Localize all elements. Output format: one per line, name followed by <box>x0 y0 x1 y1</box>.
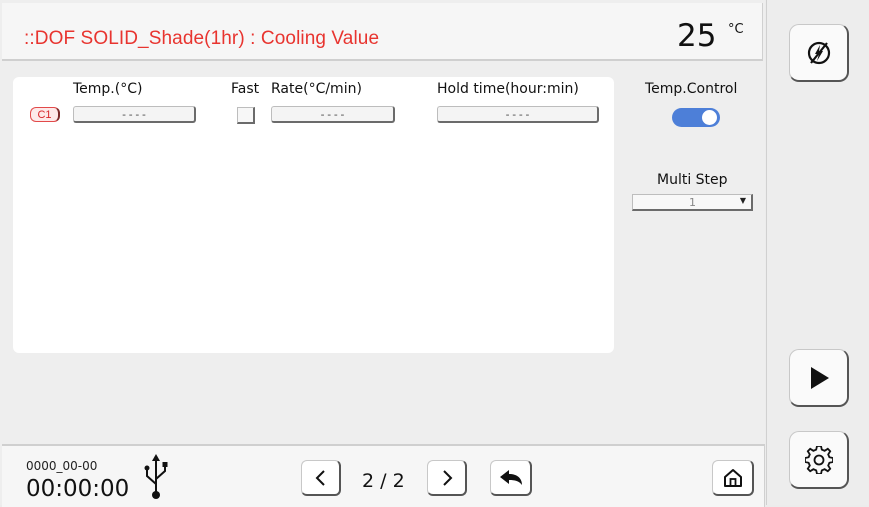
prev-page-button[interactable] <box>301 460 341 496</box>
temp-control-label: Temp.Control <box>645 81 738 97</box>
settings-button[interactable] <box>789 431 849 489</box>
home-icon <box>723 468 742 487</box>
main-area: ::DOF SOLID_Shade(1hr) : Cooling Value 2… <box>0 0 765 507</box>
power-slash-icon <box>807 41 830 64</box>
fast-column-header: Fast <box>231 81 260 97</box>
play-icon <box>810 366 829 389</box>
temp-column-header: Temp.(°C) <box>73 81 143 97</box>
multi-step-label: Multi Step <box>657 172 728 188</box>
current-temperature: 25 <box>677 18 717 54</box>
usb-icon <box>144 454 168 499</box>
temp-control-toggle[interactable] <box>672 108 720 127</box>
multi-step-value: 1 <box>689 196 696 209</box>
rate-column-header: Rate(°C/min) <box>271 81 362 97</box>
hold-column-header: Hold time(hour:min) <box>437 81 579 97</box>
page-indicator: 2 / 2 <box>362 470 405 492</box>
next-page-button[interactable] <box>427 460 467 496</box>
channel-chip[interactable]: C1 <box>30 107 60 122</box>
date-readout: 0000_00-00 <box>26 459 98 473</box>
chevron-left-icon <box>315 469 325 486</box>
toggle-knob <box>702 110 717 125</box>
back-button[interactable] <box>490 460 532 496</box>
page-title: ::DOF SOLID_Shade(1hr) : Cooling Value <box>24 28 380 49</box>
chevron-down-icon: ▼ <box>739 196 746 205</box>
time-readout: 00:00:00 <box>26 476 130 502</box>
rate-field[interactable]: ---- <box>271 106 395 123</box>
temp-field[interactable]: ---- <box>73 106 196 123</box>
chevron-right-icon <box>442 469 452 486</box>
temperature-unit: °C <box>728 22 744 37</box>
hold-time-field[interactable]: ---- <box>437 106 599 123</box>
fast-checkbox[interactable] <box>237 107 255 124</box>
home-button[interactable] <box>712 460 754 496</box>
back-arrow-icon <box>499 469 522 485</box>
power-button[interactable] <box>789 24 849 82</box>
multi-step-select[interactable]: 1 ▼ <box>632 194 753 211</box>
play-button[interactable] <box>789 349 849 407</box>
gear-icon <box>804 445 833 474</box>
